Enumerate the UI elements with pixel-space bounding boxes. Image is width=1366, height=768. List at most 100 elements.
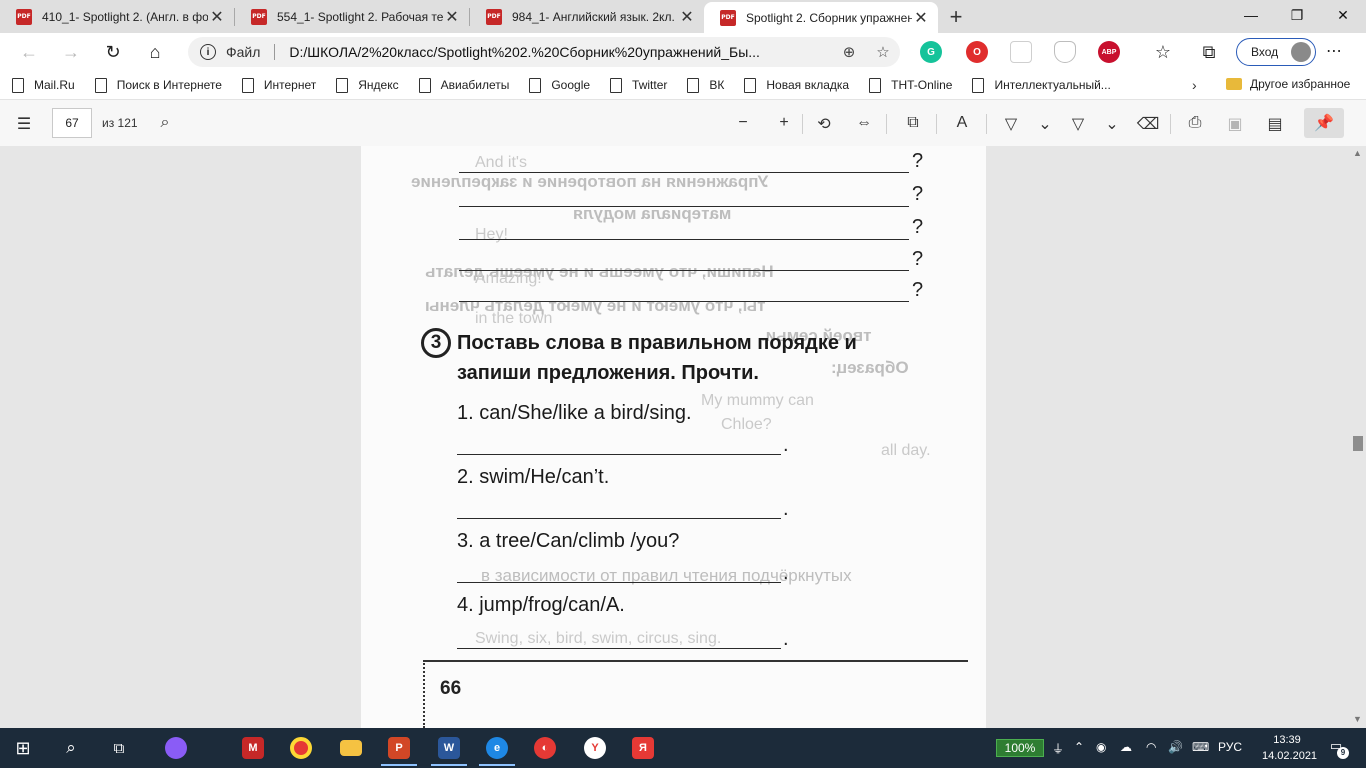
webcam-icon[interactable]: ◉ xyxy=(1096,740,1106,754)
highlight-icon[interactable]: ▽ xyxy=(1066,114,1090,134)
wifi-icon[interactable]: ◠ xyxy=(1146,740,1156,754)
pin-toolbar-button[interactable]: 📌 xyxy=(1304,108,1344,138)
contents-list-icon[interactable]: ☰ xyxy=(12,114,36,134)
close-window-button[interactable]: ✕ xyxy=(1320,0,1366,30)
shield-ext-icon[interactable] xyxy=(1054,41,1076,63)
onedrive-icon[interactable]: ☁ xyxy=(1120,740,1132,754)
battery-indicator[interactable]: 100% xyxy=(996,739,1044,757)
browser-tab[interactable]: PDF 984_1- Английский язык. 2кл. К ✕ xyxy=(470,0,704,33)
rotate-icon[interactable]: ⟲ xyxy=(812,114,836,134)
bookmark-item[interactable]: Mail.Ru xyxy=(12,77,75,93)
bookmark-item[interactable]: Интеллектуальный... xyxy=(972,77,1111,93)
grammarly-icon[interactable]: G xyxy=(920,41,942,63)
bookmark-item[interactable]: ВК xyxy=(687,77,724,93)
chevron-up-icon[interactable]: ⌃ xyxy=(1074,740,1084,754)
close-tab-icon[interactable]: ✕ xyxy=(678,7,696,27)
scrollbar-thumb[interactable] xyxy=(1353,436,1363,451)
info-icon[interactable]: i xyxy=(200,44,216,60)
search-icon[interactable]: ⌕ xyxy=(58,735,84,761)
eraser-icon[interactable]: ⌫ xyxy=(1136,114,1160,134)
powerpoint-icon[interactable]: P xyxy=(381,735,417,766)
word-icon[interactable]: W xyxy=(431,735,467,766)
page-number-input[interactable]: 67 xyxy=(52,108,92,138)
question-mark: ? xyxy=(912,248,924,270)
collections-icon[interactable]: ⧉ xyxy=(1188,36,1230,68)
windows-start-icon[interactable]: ⊞ xyxy=(10,735,36,761)
close-tab-icon[interactable]: ✕ xyxy=(208,7,226,27)
bookmark-item[interactable]: Twitter xyxy=(610,77,667,93)
refresh-button[interactable]: ↻ xyxy=(92,36,134,68)
read-aloud-icon[interactable]: A xyxy=(950,114,974,132)
back-button[interactable]: ← xyxy=(8,36,50,68)
scroll-down-icon[interactable]: ▼ xyxy=(1353,714,1362,724)
notification-count: 9 xyxy=(1337,747,1349,759)
page-footer-dotted-border xyxy=(423,660,425,728)
scroll-up-icon[interactable]: ▲ xyxy=(1353,148,1362,158)
edge-icon-shape: e xyxy=(486,737,508,759)
chrome-icon[interactable] xyxy=(288,735,314,761)
minimize-button[interactable]: — xyxy=(1228,0,1274,30)
opera-ext-icon[interactable]: O xyxy=(966,41,988,63)
scheme-label: Файл xyxy=(226,44,261,60)
signin-button[interactable]: Вход xyxy=(1236,38,1316,66)
page-view-icon[interactable]: ⧉ xyxy=(901,114,925,132)
chevron-right-icon[interactable]: › xyxy=(1192,77,1197,93)
draw-icon[interactable]: ▽ xyxy=(999,114,1023,134)
browser-tab[interactable]: PDF 554_1- Spotlight 2. Рабочая тетрадь … xyxy=(235,0,469,33)
vertical-scrollbar[interactable]: ▲ ▼ xyxy=(1350,146,1366,728)
add-favorite-icon[interactable]: ☆ xyxy=(866,43,900,61)
power-icon[interactable]: ⏚ xyxy=(1052,740,1064,757)
bookmark-item[interactable]: Google xyxy=(529,77,590,93)
zoom-in-icon[interactable]: + xyxy=(772,114,796,132)
language-indicator[interactable]: РУС xyxy=(1218,740,1242,754)
bookmark-label: Интеллектуальный... xyxy=(994,78,1111,92)
exercise-item: 2. swim/He/can’t. xyxy=(457,466,610,488)
keyboard-icon[interactable]: ⌨ xyxy=(1192,740,1209,754)
print-icon[interactable]: ⎙ xyxy=(1183,114,1207,132)
running-indicator xyxy=(431,764,467,766)
forward-button[interactable]: → xyxy=(50,36,92,68)
save-as-icon[interactable]: ▤ xyxy=(1263,114,1287,134)
home-button[interactable]: ⌂ xyxy=(134,36,176,68)
tab-strip: PDF 410_1- Spotlight 2. (Англ. в фокусе)… xyxy=(0,0,1366,33)
browser-tab-active[interactable]: PDF Spotlight 2. Сборник упражнений ✕ xyxy=(704,2,938,33)
edge-icon[interactable]: e xyxy=(479,735,515,766)
new-tab-button[interactable]: + xyxy=(938,0,974,33)
kaspersky-icon[interactable]: M xyxy=(240,735,266,761)
zoom-icon[interactable]: ⊕ xyxy=(832,43,866,61)
restore-button[interactable]: ❐ xyxy=(1274,0,1320,30)
bookmark-item[interactable]: Новая вкладка xyxy=(744,77,849,93)
save-icon[interactable]: ▣ xyxy=(1223,114,1247,134)
address-bar[interactable]: i Файл D:/ШКОЛА/2%20класс/Spotlight%202.… xyxy=(188,37,900,67)
bookmark-item[interactable]: Интернет xyxy=(241,77,316,93)
pocket-icon[interactable] xyxy=(1010,41,1032,63)
chevron-down-icon[interactable]: ⌄ xyxy=(1033,114,1057,134)
task-view-icon[interactable]: ⧉ xyxy=(106,735,132,761)
search-icon[interactable]: ⌕ xyxy=(153,114,177,132)
more-menu-icon[interactable]: ⋯ xyxy=(1326,41,1342,61)
bookmark-item[interactable]: Поиск в Интернете xyxy=(94,77,222,93)
other-favorites[interactable]: Другое избранное xyxy=(1226,77,1350,91)
browser-tab[interactable]: PDF 410_1- Spotlight 2. (Англ. в фокусе)… xyxy=(0,0,234,33)
pdf-viewer[interactable]: Упражнения на повторение и закрепление м… xyxy=(0,146,1366,728)
browser-app-icon[interactable]: ◐ xyxy=(532,735,558,761)
file-explorer-icon[interactable] xyxy=(338,735,364,761)
alice-assistant-icon[interactable] xyxy=(163,735,189,761)
close-tab-icon[interactable]: ✕ xyxy=(912,8,930,28)
yandex-browser-icon[interactable]: Y xyxy=(582,735,608,761)
volume-icon[interactable]: 🔊 xyxy=(1168,740,1183,754)
zoom-out-icon[interactable]: − xyxy=(731,114,755,132)
clock[interactable]: 13:39 14.02.2021 xyxy=(1262,732,1317,764)
bookmark-item[interactable]: Яндекс xyxy=(336,77,399,93)
notifications-icon[interactable]: ▭ 9 xyxy=(1326,738,1349,759)
yandex-icon[interactable]: Я xyxy=(630,735,656,761)
url-text[interactable]: D:/ШКОЛА/2%20класс/Spotlight%202.%20Сбор… xyxy=(289,44,832,60)
fit-width-icon[interactable]: ⇔ xyxy=(852,114,876,132)
close-tab-icon[interactable]: ✕ xyxy=(443,7,461,27)
chevron-down-icon[interactable]: ⌄ xyxy=(1100,114,1124,134)
bookmark-item[interactable]: Авиабилеты xyxy=(418,77,509,93)
adblock-plus-icon[interactable]: ABP xyxy=(1098,41,1120,63)
bookmark-item[interactable]: THT-Online xyxy=(869,77,952,93)
favorites-icon[interactable]: ☆ xyxy=(1142,36,1184,68)
pdf-toolbar: ☰ 67 из 121 ⌕ − + ⟲ ⇔ ⧉ A ▽ ⌄ ▽ ⌄ ⌫ ⎙ ▣ … xyxy=(0,99,1366,146)
